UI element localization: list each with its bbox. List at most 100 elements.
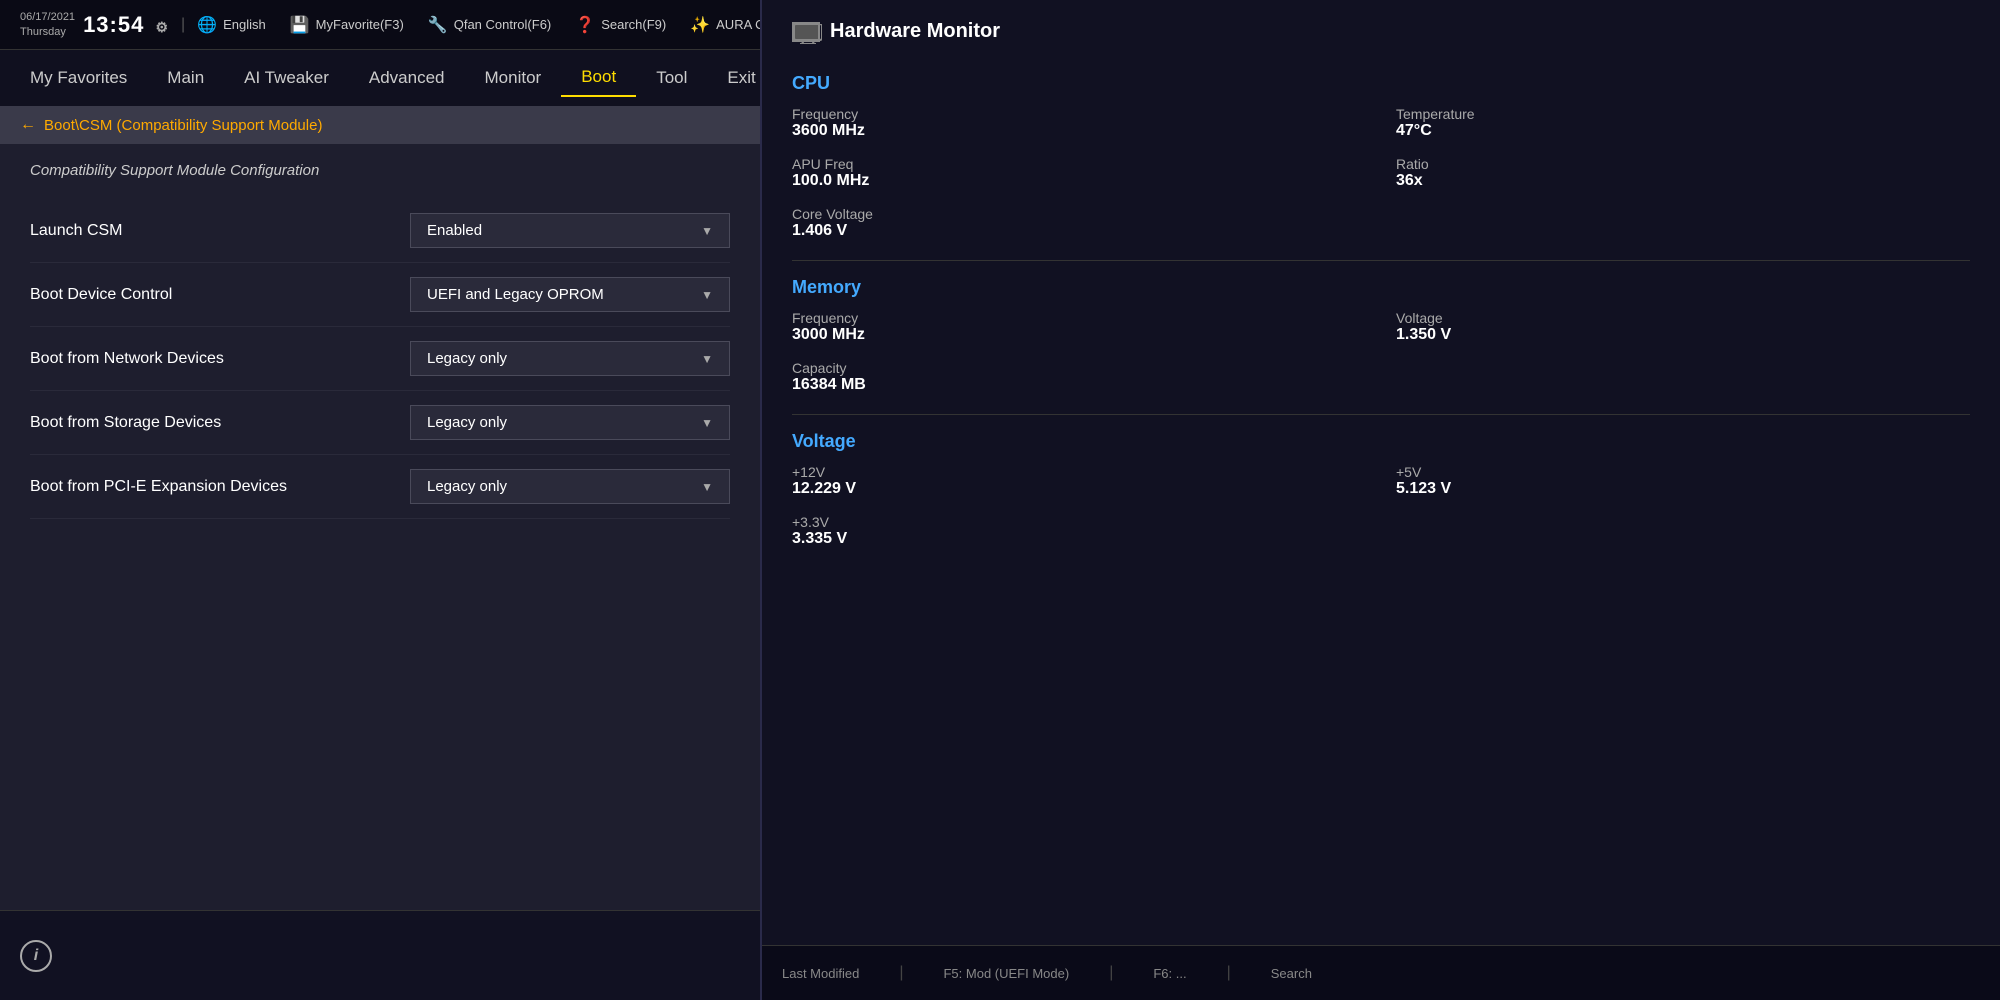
hw-voltage-12v-label: +12V xyxy=(792,464,1366,480)
boot-storage-value: Legacy only xyxy=(427,414,507,431)
breadcrumb[interactable]: ← Boot\CSM (Compatibility Support Module… xyxy=(0,106,760,144)
hw-voltage-12v-value: 12.229 V xyxy=(792,480,1366,498)
hw-memory-capacity-label: Capacity xyxy=(792,360,1970,376)
qfan-control-button[interactable]: 🔧 Qfan Control(F6) xyxy=(428,15,551,35)
boot-device-control-dropdown-arrow-icon: ▼ xyxy=(701,288,713,302)
boot-device-control-value: UEFI and Legacy OPROM xyxy=(427,286,604,303)
hw-cpu-core-voltage-label: Core Voltage xyxy=(792,206,1970,222)
search-label: Search(F9) xyxy=(601,17,666,32)
my-favorite-button[interactable]: 💾 MyFavorite(F3) xyxy=(290,15,404,35)
hw-cpu-core-voltage: Core Voltage 1.406 V xyxy=(792,206,1970,240)
setting-row-boot-storage: Boot from Storage Devices Legacy only ▼ xyxy=(30,391,730,455)
hw-voltage-33v-value: 3.335 V xyxy=(792,530,1366,548)
status-sep-3: | xyxy=(1227,964,1231,982)
setting-row-boot-device-control: Boot Device Control UEFI and Legacy OPRO… xyxy=(30,263,730,327)
time-text: 13:54 xyxy=(83,12,144,37)
boot-storage-dropdown[interactable]: Legacy only ▼ xyxy=(410,405,730,440)
nav-tool[interactable]: Tool xyxy=(636,60,707,96)
hw-voltage-5v: +5V 5.123 V xyxy=(1396,464,1970,498)
nav-main[interactable]: Main xyxy=(147,60,224,96)
setting-row-boot-pcie: Boot from PCI-E Expansion Devices Legacy… xyxy=(30,455,730,519)
settings-gear-icon[interactable]: ⚙ xyxy=(155,19,169,35)
nav-monitor[interactable]: Monitor xyxy=(465,60,562,96)
datetime-display: 06/17/2021 Thursday 13:54 ⚙ xyxy=(20,10,169,39)
boot-pcie-dropdown-arrow-icon: ▼ xyxy=(701,480,713,494)
hw-memory-frequency: Frequency 3000 MHz xyxy=(792,310,1366,344)
settings-container: Launch CSM Enabled ▼ Boot Device Control… xyxy=(0,189,760,529)
hw-memory-voltage-label: Voltage xyxy=(1396,310,1970,326)
launch-csm-dropdown[interactable]: Enabled ▼ xyxy=(410,213,730,248)
qfan-label: Qfan Control(F6) xyxy=(454,17,552,32)
time-display: 13:54 ⚙ xyxy=(83,12,169,38)
boot-pcie-label: Boot from PCI-E Expansion Devices xyxy=(30,478,287,496)
nav-my-favorites[interactable]: My Favorites xyxy=(10,60,147,96)
hw-voltage-grid: +12V 12.229 V +5V 5.123 V +3.3V 3.335 V xyxy=(792,464,1970,556)
hw-cpu-ratio: Ratio 36x xyxy=(1396,156,1970,190)
day-text: Thursday xyxy=(20,26,66,38)
separator-1: | xyxy=(181,16,185,34)
status-sep-2: | xyxy=(1109,964,1113,982)
date-text: 06/17/2021 xyxy=(20,11,75,23)
hw-cpu-frequency: Frequency 3600 MHz xyxy=(792,106,1366,140)
hw-memory-voltage: Voltage 1.350 V xyxy=(1396,310,1970,344)
hw-voltage-5v-value: 5.123 V xyxy=(1396,480,1970,498)
launch-csm-dropdown-arrow-icon: ▼ xyxy=(701,224,713,238)
launch-csm-value: Enabled xyxy=(427,222,482,239)
launch-csm-label: Launch CSM xyxy=(30,222,123,240)
hw-memory-title: Memory xyxy=(792,277,1970,298)
status-last-modified: Last Modified xyxy=(782,966,859,981)
hw-voltage-5v-label: +5V xyxy=(1396,464,1970,480)
hw-cpu-apu-freq: APU Freq 100.0 MHz xyxy=(792,156,1366,190)
hw-voltage-33v-label: +3.3V xyxy=(792,514,1366,530)
hw-memory-frequency-label: Frequency xyxy=(792,310,1366,326)
boot-storage-label: Boot from Storage Devices xyxy=(30,414,221,432)
top-bar-items: 🌐 English 💾 MyFavorite(F3) 🔧 Qfan Contro… xyxy=(197,15,828,35)
nav-boot[interactable]: Boot xyxy=(561,59,636,97)
qfan-icon: 🔧 xyxy=(428,15,448,35)
status-f6-text: F6: ... xyxy=(1153,966,1186,981)
nav-ai-tweaker[interactable]: AI Tweaker xyxy=(224,60,349,96)
hw-memory-frequency-value: 3000 MHz xyxy=(792,326,1366,344)
status-f5-mode: F5: Mod (UEFI Mode) xyxy=(943,966,1069,981)
boot-network-dropdown-arrow-icon: ▼ xyxy=(701,352,713,366)
hw-voltage-section: Voltage +12V 12.229 V +5V 5.123 V +3.3V … xyxy=(792,431,1970,556)
hw-memory-voltage-value: 1.350 V xyxy=(1396,326,1970,344)
boot-network-dropdown[interactable]: Legacy only ▼ xyxy=(410,341,730,376)
boot-network-value: Legacy only xyxy=(427,350,507,367)
language-button[interactable]: 🌐 English xyxy=(197,15,266,35)
hw-memory-section: Memory Frequency 3000 MHz Voltage 1.350 … xyxy=(792,277,1970,394)
bottom-status-bar: Last Modified | F5: Mod (UEFI Mode) | F6… xyxy=(762,945,2000,1000)
hw-divider-2 xyxy=(792,414,1970,415)
status-search: Search xyxy=(1271,966,1312,981)
content-area: ← Boot\CSM (Compatibility Support Module… xyxy=(0,106,760,910)
section-title: Compatibility Support Module Configurati… xyxy=(0,144,760,189)
boot-device-control-label: Boot Device Control xyxy=(30,286,172,304)
boot-device-control-dropdown[interactable]: UEFI and Legacy OPROM ▼ xyxy=(410,277,730,312)
hw-cpu-frequency-label: Frequency xyxy=(792,106,1366,122)
info-icon: i xyxy=(20,940,52,972)
search-button[interactable]: ❓ Search(F9) xyxy=(575,15,666,35)
status-last-modified-text: Last Modified xyxy=(782,966,859,981)
status-sep-1: | xyxy=(899,964,903,982)
hw-divider-1 xyxy=(792,260,1970,261)
hw-cpu-temperature-value: 47°C xyxy=(1396,122,1970,140)
status-search-text: Search xyxy=(1271,966,1312,981)
status-f5-text: F5: Mod (UEFI Mode) xyxy=(943,966,1069,981)
hw-cpu-ratio-label: Ratio xyxy=(1396,156,1970,172)
hw-cpu-title: CPU xyxy=(792,73,1970,94)
aura-icon: ✨ xyxy=(690,15,710,35)
boot-network-label: Boot from Network Devices xyxy=(30,350,224,368)
hw-cpu-apu-freq-value: 100.0 MHz xyxy=(792,172,1366,190)
nav-advanced[interactable]: Advanced xyxy=(349,60,465,96)
language-icon: 🌐 xyxy=(197,15,217,35)
hw-voltage-33v: +3.3V 3.335 V xyxy=(792,514,1366,548)
hw-cpu-temperature: Temperature 47°C xyxy=(1396,106,1970,140)
hw-cpu-temperature-label: Temperature xyxy=(1396,106,1970,122)
monitor-icon xyxy=(792,22,820,42)
hw-cpu-apu-freq-label: APU Freq xyxy=(792,156,1366,172)
boot-pcie-dropdown[interactable]: Legacy only ▼ xyxy=(410,469,730,504)
hw-cpu-core-voltage-value: 1.406 V xyxy=(792,222,1970,240)
favorite-label: MyFavorite(F3) xyxy=(316,17,404,32)
hardware-monitor-panel: Hardware Monitor CPU Frequency 3600 MHz … xyxy=(760,0,2000,1000)
hw-memory-capacity: Capacity 16384 MB xyxy=(792,360,1970,394)
